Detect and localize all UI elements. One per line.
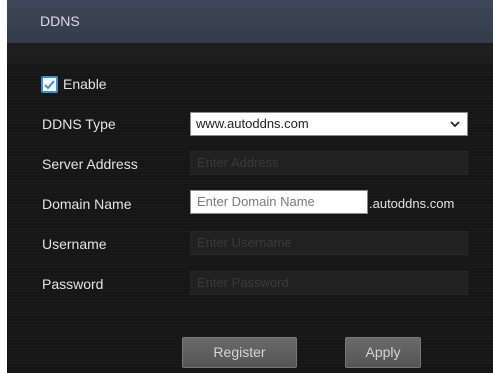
server-address-input[interactable]: Enter Address xyxy=(190,151,468,175)
domain-name-placeholder: Enter Domain Name xyxy=(197,194,315,209)
ddns-panel: DDNS Enable DDNS Type www.autoddns.com S… xyxy=(7,0,493,373)
password-input[interactable]: Enter Password xyxy=(190,271,468,295)
domain-name-label: Domain Name xyxy=(42,196,132,212)
enable-checkbox[interactable] xyxy=(41,75,58,93)
enable-label: Enable xyxy=(63,76,107,92)
register-button[interactable]: Register xyxy=(182,337,297,368)
password-label: Password xyxy=(42,276,104,292)
server-address-placeholder: Enter Address xyxy=(197,155,279,170)
server-address-label: Server Address xyxy=(42,156,138,172)
chevron-down-icon xyxy=(450,121,460,128)
username-placeholder: Enter Username xyxy=(197,235,292,250)
panel-header: DDNS xyxy=(7,0,493,43)
ddns-type-value: www.autoddns.com xyxy=(196,116,309,131)
ddns-type-select[interactable]: www.autoddns.com xyxy=(190,112,468,136)
ddns-type-label: DDNS Type xyxy=(42,116,116,132)
username-input[interactable]: Enter Username xyxy=(190,231,468,255)
apply-button[interactable]: Apply xyxy=(345,337,421,368)
enable-row[interactable]: Enable xyxy=(41,74,107,94)
checkmark-icon xyxy=(44,79,55,89)
password-placeholder: Enter Password xyxy=(197,275,289,290)
page-title: DDNS xyxy=(40,13,80,29)
username-label: Username xyxy=(42,236,107,252)
header-divider xyxy=(7,43,493,63)
domain-suffix: .autoddns.com xyxy=(369,196,455,211)
domain-name-input[interactable]: Enter Domain Name xyxy=(190,190,368,214)
